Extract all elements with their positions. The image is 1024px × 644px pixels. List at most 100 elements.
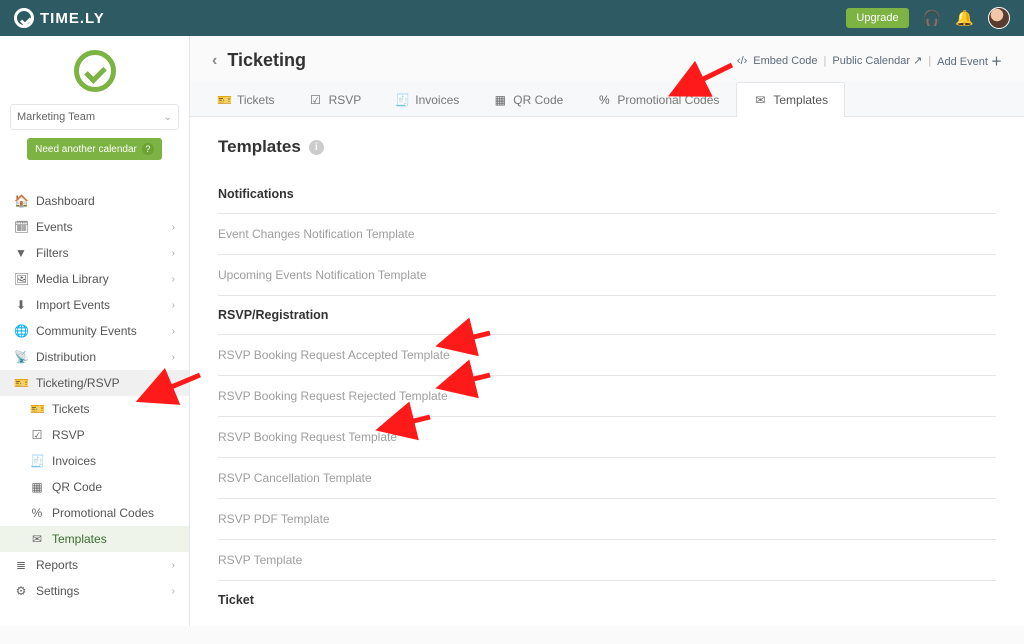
- template-row[interactable]: RSVP PDF Template: [218, 498, 996, 539]
- sidebar-item-label: Filters: [36, 246, 69, 260]
- sidebar-item-distribution[interactable]: 📡Distribution ›: [0, 344, 189, 370]
- help-icon[interactable]: 🎧: [923, 9, 942, 27]
- sidebar-item-label: QR Code: [52, 480, 102, 494]
- template-row[interactable]: RSVP Booking Request Accepted Template: [218, 334, 996, 375]
- question-icon: ?: [142, 143, 154, 155]
- chevron-right-icon: ›: [172, 300, 175, 311]
- tabs: 🎫 Tickets ☑ RSVP 🧾Invoices ▦ QR Code %Promo…: [190, 81, 1024, 117]
- section-title: Templates: [218, 137, 301, 157]
- sidebar-item-settings[interactable]: ⚙ Settings ›: [0, 578, 189, 604]
- list-icon: ≣: [14, 558, 28, 572]
- sidebar-item-ticketing[interactable]: 🎫 Ticketing/RSVP ⌄: [0, 370, 189, 396]
- embed-code-link[interactable]: Embed Code: [753, 55, 817, 67]
- ticket-icon: 🎫: [14, 376, 28, 390]
- share-icon: 📡: [14, 350, 28, 364]
- group-heading-ticket: Ticket: [218, 580, 996, 619]
- calendar-icon: 🗓: [14, 220, 28, 234]
- mail-icon: ✉: [753, 93, 767, 107]
- sidebar-item-media[interactable]: 🖼 Media Library ›: [0, 266, 189, 292]
- brand-text: TIME.LY: [40, 10, 105, 27]
- plus-icon: ＋: [991, 56, 1002, 68]
- info-icon[interactable]: i: [309, 140, 324, 155]
- page-title: Ticketing: [227, 50, 306, 71]
- sidebar-item-community[interactable]: 🌐 Community Events ›: [0, 318, 189, 344]
- check-icon: ☑: [309, 93, 323, 107]
- check-icon: ☑: [30, 428, 44, 442]
- sidebar-item-label: Invoices: [52, 454, 96, 468]
- section-title-row: Templates i: [218, 137, 996, 157]
- bell-icon[interactable]: 🔔: [955, 9, 974, 27]
- sidebar-item-filters[interactable]: ▼Filters ›: [0, 240, 189, 266]
- need-calendar-label: Need another calendar: [35, 144, 137, 155]
- ticket-icon: 🎫: [217, 93, 231, 107]
- back-button[interactable]: ‹: [212, 52, 217, 70]
- chevron-right-icon: ›: [172, 560, 175, 571]
- chevron-right-icon: ›: [172, 352, 175, 363]
- sidebar-item-reports[interactable]: ≣ Reports ›: [0, 552, 189, 578]
- gear-icon: ⚙: [14, 584, 28, 598]
- chevron-right-icon: ›: [172, 222, 175, 233]
- tab-qr[interactable]: ▦ QR Code: [476, 82, 580, 117]
- sidebar-sub-rsvp[interactable]: ☑ RSVP: [0, 422, 189, 448]
- qr-icon: ▦: [493, 93, 507, 107]
- download-icon: ⬇: [14, 298, 28, 312]
- chevron-down-icon: ⌄: [167, 378, 175, 389]
- upgrade-button[interactable]: Upgrade: [846, 8, 908, 28]
- sidebar-sub-templates[interactable]: ✉ Templates: [0, 526, 189, 552]
- avatar[interactable]: [988, 7, 1010, 29]
- sidebar-item-label: Community Events: [36, 324, 137, 338]
- group-heading-rsvp: RSVP/Registration: [218, 295, 996, 334]
- sidebar-item-dashboard[interactable]: 🏠Dashboard: [0, 188, 189, 214]
- need-calendar-button[interactable]: Need another calendar ?: [27, 138, 162, 160]
- tab-rsvp[interactable]: ☑ RSVP: [292, 82, 379, 117]
- chevron-right-icon: ›: [172, 586, 175, 597]
- sidebar-sub-qr[interactable]: ▦ QR Code: [0, 474, 189, 500]
- sidebar-sub-tickets[interactable]: 🎫Tickets: [0, 396, 189, 422]
- chevron-right-icon: ›: [172, 326, 175, 337]
- chevron-right-icon: ›: [172, 274, 175, 285]
- calendar-select[interactable]: Marketing Team ⌄: [10, 104, 179, 130]
- template-row[interactable]: RSVP Booking Request Rejected Template: [218, 375, 996, 416]
- code-icon: ‹/›: [737, 55, 747, 67]
- add-event-link[interactable]: Add Event ＋: [937, 53, 1002, 69]
- sidebar-item-label: Ticketing/RSVP: [36, 376, 120, 390]
- template-row[interactable]: RSVP Template: [218, 539, 996, 580]
- sidebar-item-events[interactable]: 🗓Events ›: [0, 214, 189, 240]
- sidebar-item-label: Reports: [36, 558, 78, 572]
- sidebar-sub-promo[interactable]: %Promotional Codes: [0, 500, 189, 526]
- sidebar-item-label: Templates: [52, 532, 107, 546]
- sidebar-item-label: Media Library: [36, 272, 109, 286]
- globe-icon: 🌐: [14, 324, 28, 338]
- tab-templates[interactable]: ✉Templates: [736, 82, 845, 117]
- tab-label: QR Code: [513, 93, 563, 107]
- tab-promo[interactable]: %Promotional Codes: [580, 82, 736, 117]
- template-row[interactable]: Event Changes Notification Template: [218, 213, 996, 254]
- top-bar: TIME.LY Upgrade 🎧 🔔: [0, 0, 1024, 36]
- tab-label: RSVP: [329, 93, 362, 107]
- mail-icon: ✉: [30, 532, 44, 546]
- page-title-row: ‹ Ticketing: [212, 50, 306, 71]
- chevron-right-icon: ›: [172, 248, 175, 259]
- sidebar-item-label: Settings: [36, 584, 79, 598]
- template-row[interactable]: RSVP Booking Request Template: [218, 416, 996, 457]
- app-logo-icon: [74, 50, 116, 92]
- brand: TIME.LY: [14, 8, 105, 28]
- tab-label: Promotional Codes: [617, 93, 719, 107]
- calendar-select-value: Marketing Team: [17, 111, 95, 123]
- sidebar-item-label: RSVP: [52, 428, 85, 442]
- sidebar: Marketing Team ⌄ Need another calendar ?…: [0, 36, 190, 626]
- tab-label: Tickets: [237, 93, 275, 107]
- template-row[interactable]: Upcoming Events Notification Template: [218, 254, 996, 295]
- chevron-down-icon: ⌄: [164, 112, 172, 123]
- tab-tickets[interactable]: 🎫 Tickets: [200, 82, 292, 117]
- sidebar-sub-invoices[interactable]: 🧾Invoices: [0, 448, 189, 474]
- public-calendar-link[interactable]: Public Calendar ↗: [832, 54, 922, 67]
- tab-label: Invoices: [415, 93, 459, 107]
- qr-icon: ▦: [30, 480, 44, 494]
- image-icon: 🖼: [14, 272, 28, 286]
- tab-invoices[interactable]: 🧾Invoices: [378, 82, 476, 117]
- sidebar-item-import[interactable]: ⬇Import Events ›: [0, 292, 189, 318]
- home-icon: 🏠: [14, 194, 28, 208]
- brand-logo-icon: [14, 8, 34, 28]
- template-row[interactable]: RSVP Cancellation Template: [218, 457, 996, 498]
